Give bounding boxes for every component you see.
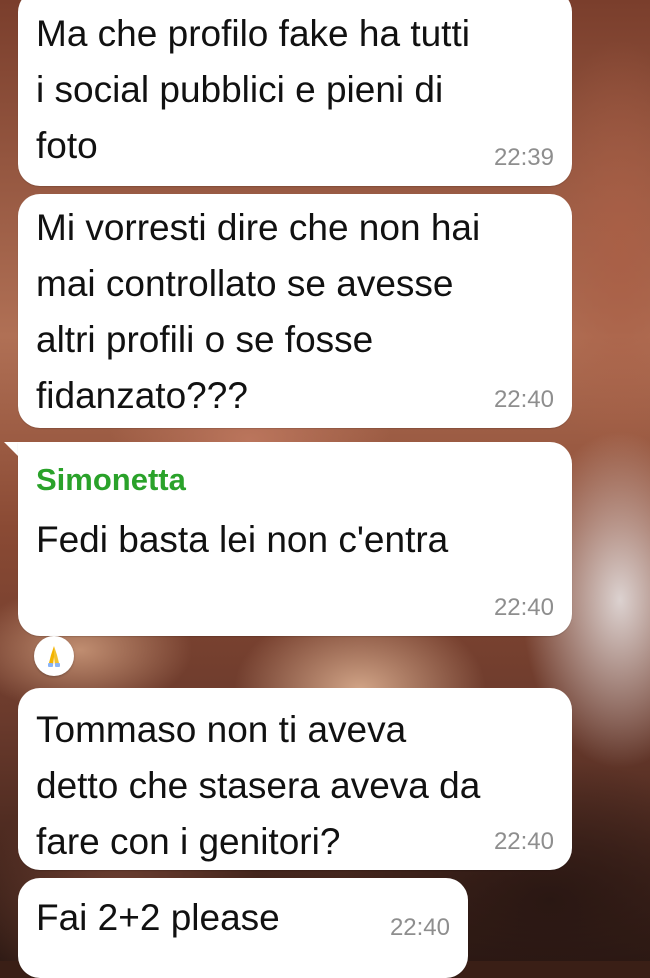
- message-timestamp: 22:40: [389, 914, 450, 941]
- message-timestamp: 22:40: [493, 386, 554, 413]
- message-text: Fedi basta lei non c'entra: [36, 519, 449, 560]
- message-bubble[interactable]: Mi vorresti dire che non hai mai control…: [18, 194, 572, 428]
- message-text: Fai 2+2 please: [36, 897, 280, 938]
- message-timestamp: 22:39: [493, 144, 554, 171]
- message-timestamp: 22:40: [493, 594, 554, 621]
- message-bubble[interactable]: Simonetta Fedi basta lei non c'entra 22:…: [18, 442, 572, 636]
- folded-hands-icon: [48, 646, 60, 667]
- message-text: Ma che profilo fake ha tutti i social pu…: [36, 13, 470, 166]
- message-bubble[interactable]: Fai 2+2 please 22:40: [18, 878, 468, 978]
- message-timestamp: 22:40: [493, 828, 554, 855]
- sender-name[interactable]: Simonetta: [36, 462, 186, 498]
- message-reaction[interactable]: [34, 636, 74, 676]
- message-bubble[interactable]: Ma che profilo fake ha tutti i social pu…: [18, 0, 572, 186]
- message-bubble[interactable]: Tommaso non ti aveva detto che stasera a…: [18, 688, 572, 870]
- message-text: Mi vorresti dire che non hai mai control…: [36, 207, 481, 416]
- message-text: Tommaso non ti aveva detto che stasera a…: [36, 709, 481, 862]
